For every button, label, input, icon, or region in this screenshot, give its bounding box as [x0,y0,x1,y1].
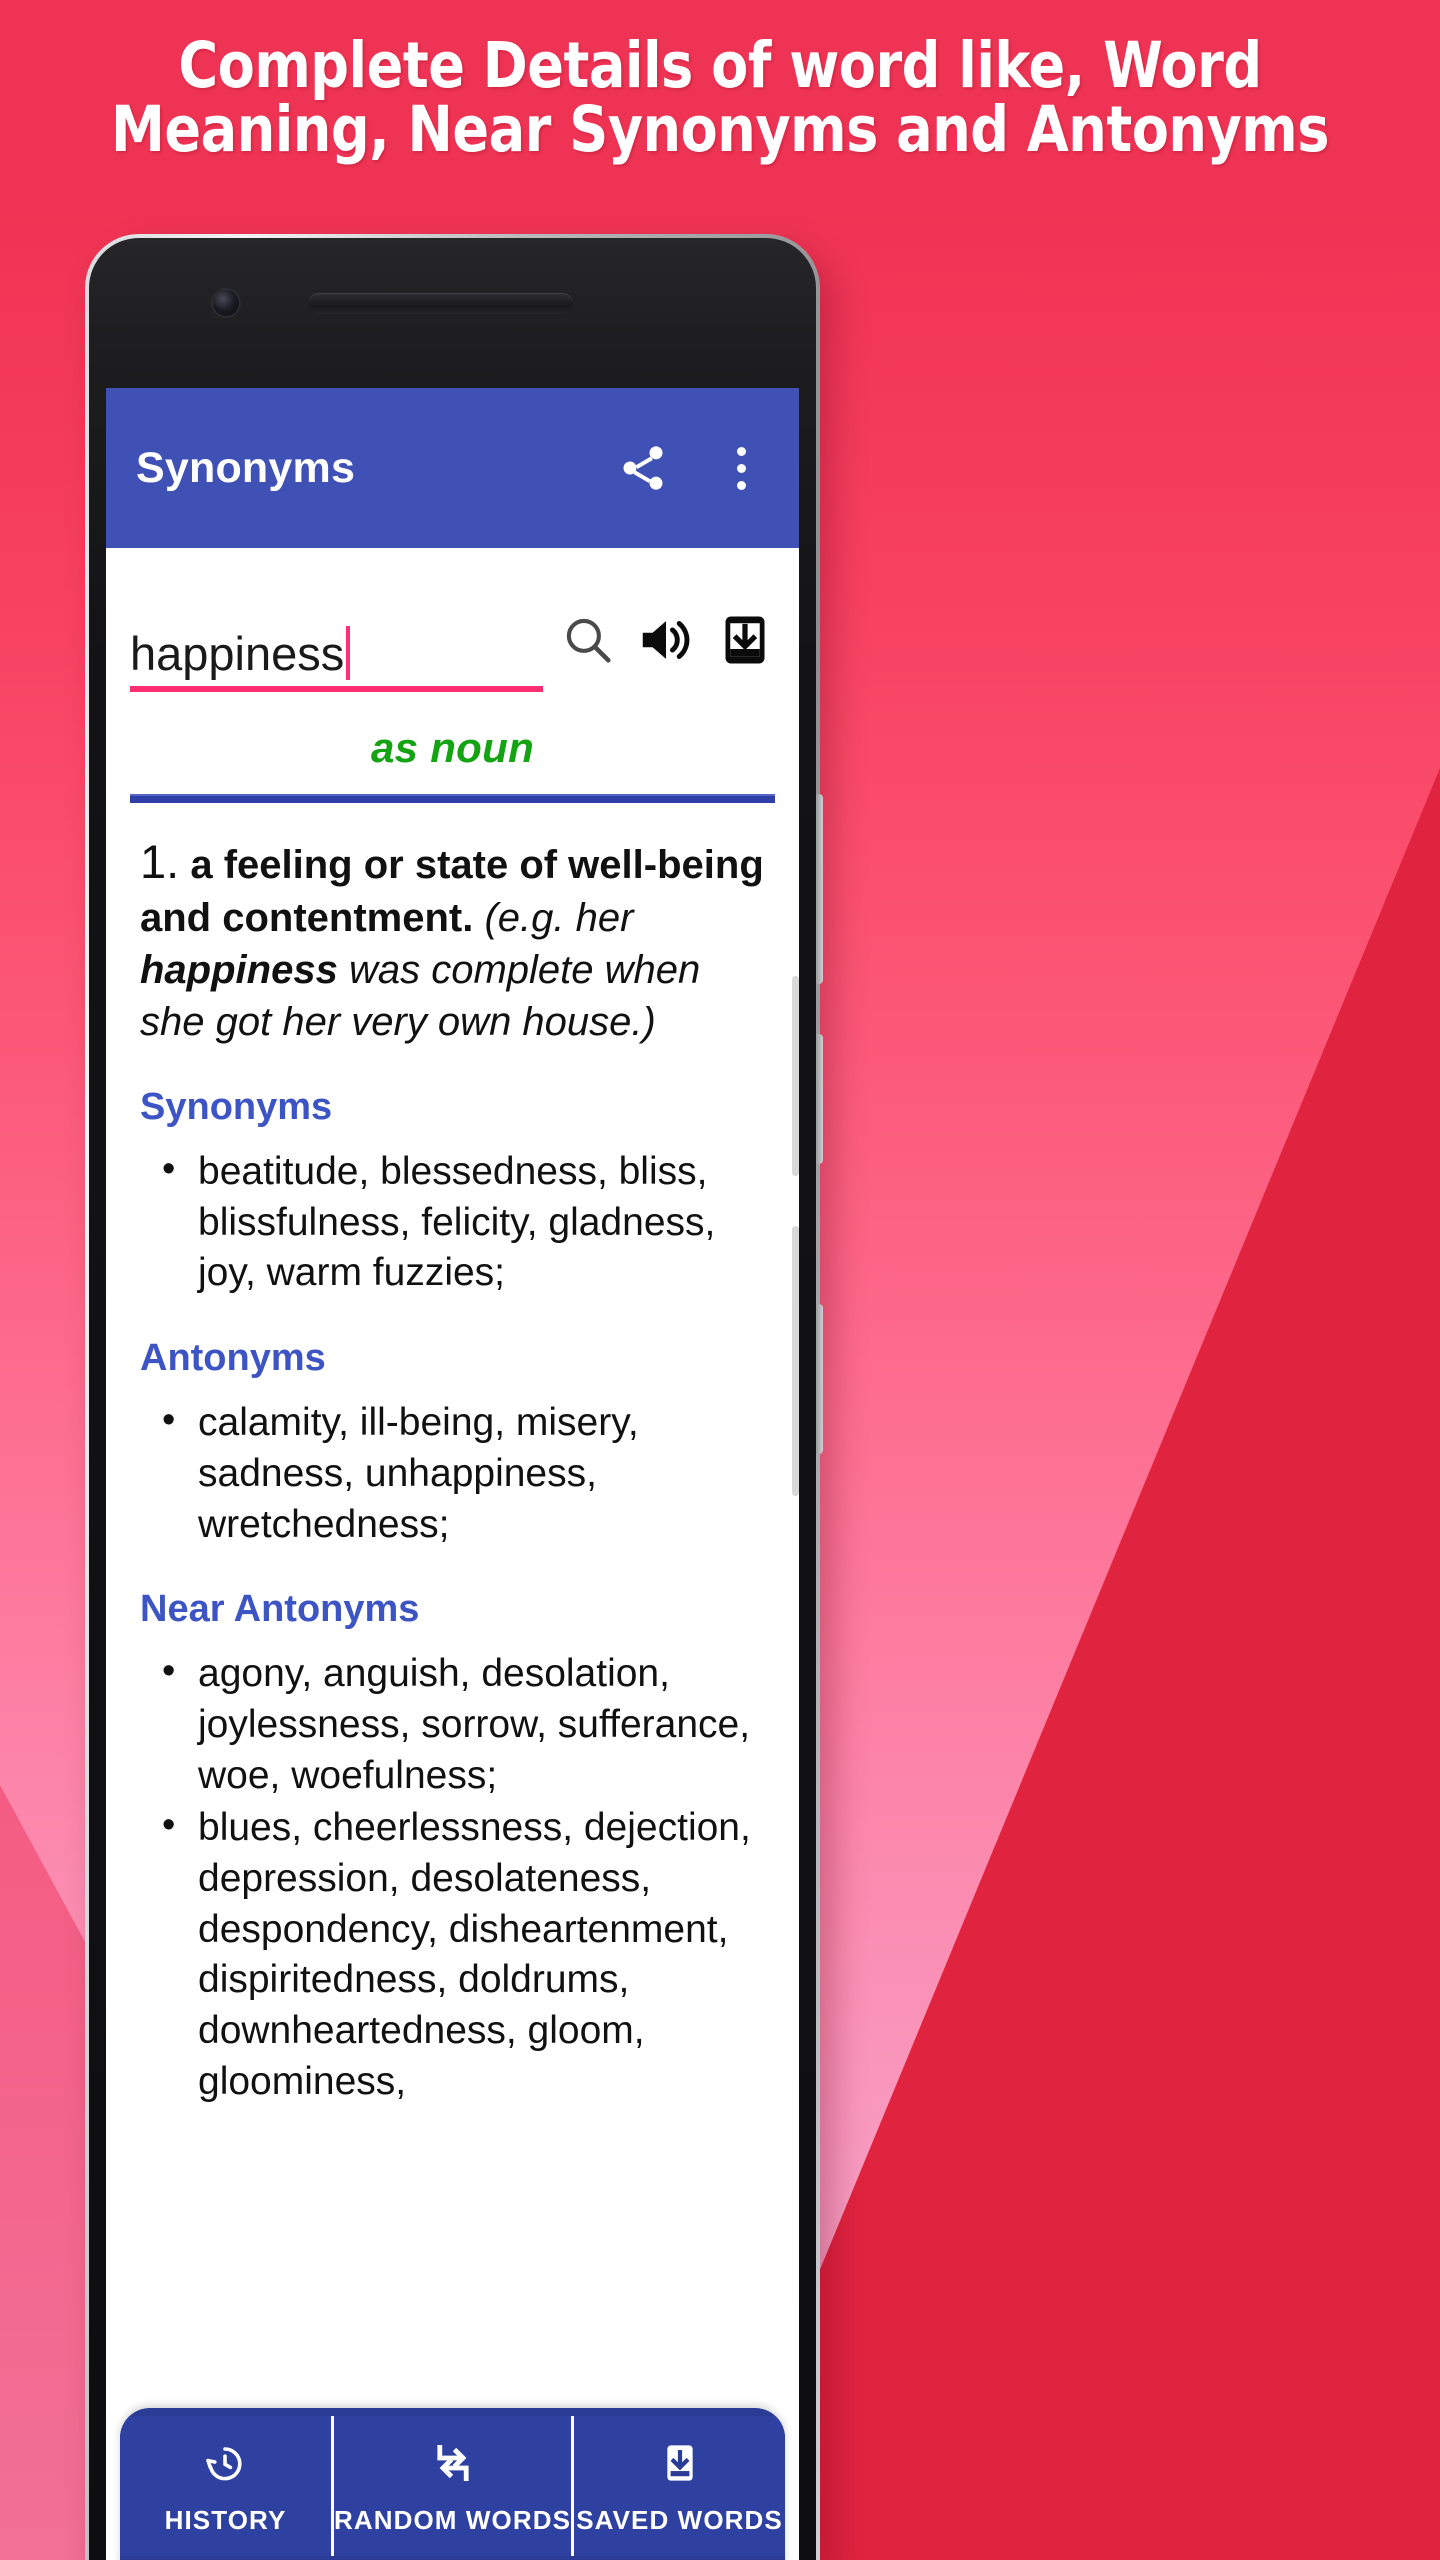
nav-button-saved-words[interactable]: SAVED WORDS [571,2416,785,2556]
section-divider [130,794,775,803]
earpiece-speaker [308,293,573,314]
section-title-near-antonyms: Near Antonyms [140,1588,420,1631]
bottom-navigation: HISTORY RANDOM WORDS SAVED WORDS [120,2408,785,2560]
promo-headline: Complete Details of word like, Word Mean… [101,29,1339,167]
near-antonyms-list: agony, anguish, desolation, joylessness,… [140,1647,765,2107]
sense-number: 1. [140,835,180,888]
phone-side-button-middle [816,1034,823,1164]
volume-up-icon[interactable] [635,609,697,676]
phone-mockup: Synonyms happiness as noun 1. a feeling … [85,234,823,2560]
more-dot-1 [736,446,746,456]
section-antonyms: Antonyms calamity, ill-being, misery, sa… [106,1337,799,1550]
list-item[interactable]: calamity, ill-being, misery, sadness, un… [140,1396,765,1550]
text-cursor [346,626,351,680]
example-prefix: (e.g. her [484,896,634,941]
section-title-synonyms: Synonyms [140,1086,333,1129]
section-synonyms: Synonyms beatitude, blessedness, bliss, … [106,1086,799,1299]
app-bar: Synonyms [106,388,799,548]
shuffle-repeat-icon [429,2437,477,2489]
more-vert-icon[interactable] [709,436,773,500]
search-input-value: happiness [130,627,345,680]
definition-block: 1. a feeling or state of well-being and … [106,803,799,1048]
phone-body: Synonyms happiness as noun 1. a feeling … [89,238,816,2560]
section-title-antonyms: Antonyms [140,1337,326,1380]
section-near-antonyms: Near Antonyms agony, anguish, desolation… [106,1588,799,2107]
definition-text: a feeling or state of well-being and con… [140,843,764,941]
nav-label-saved-words: SAVED WORDS [576,2504,783,2535]
scrollbar-thumb-lower[interactable] [792,1226,799,1496]
search-input[interactable]: happiness [130,626,543,692]
nav-label-history: HISTORY [164,2504,287,2535]
nav-button-random-words[interactable]: RANDOM WORDS [330,2416,572,2556]
part-of-speech-label: as noun [370,724,535,771]
phone-side-button-lower [816,1304,823,1454]
more-dot-3 [736,480,746,490]
synonyms-list: beatitude, blessedness, bliss, blissfuln… [140,1145,765,1299]
promo-banner: Complete Details of word like, Word Mean… [0,0,1440,2560]
share-icon[interactable] [611,436,675,500]
scrollbar-thumb-upper[interactable] [792,976,799,1176]
app-title: Synonyms [136,443,356,492]
antonyms-list: calamity, ill-being, misery, sadness, un… [140,1396,765,1550]
entry-content[interactable]: as noun 1. a feeling or state of well-be… [106,686,799,2428]
search-action-icons [543,609,775,686]
list-item[interactable]: blues, cheerlessness, dejection, depress… [140,1801,765,2107]
nav-button-history[interactable]: HISTORY [120,2416,331,2556]
history-icon [201,2437,249,2489]
phone-side-button-top [816,794,823,984]
promo-headline-line-2: Meaning, Near Synonyms and Antonyms [111,93,1329,167]
nav-label-random-words: RANDOM WORDS [333,2504,572,2535]
more-dot-2 [736,463,746,473]
save-to-device-icon[interactable] [715,610,775,675]
front-camera-icon [213,290,239,316]
promo-headline-line-1: Complete Details of word like, Word [178,29,1262,102]
phone-screen: Synonyms happiness as noun 1. a feeling … [106,388,799,2560]
search-icon[interactable] [559,611,617,674]
example-headword: happiness [140,948,338,993]
phone-top-bezel [89,238,816,388]
list-item[interactable]: agony, anguish, desolation, joylessness,… [140,1647,765,1801]
list-item[interactable]: beatitude, blessedness, bliss, blissfuln… [140,1145,765,1299]
save-to-device-icon [657,2437,703,2489]
search-row: happiness [106,548,799,692]
